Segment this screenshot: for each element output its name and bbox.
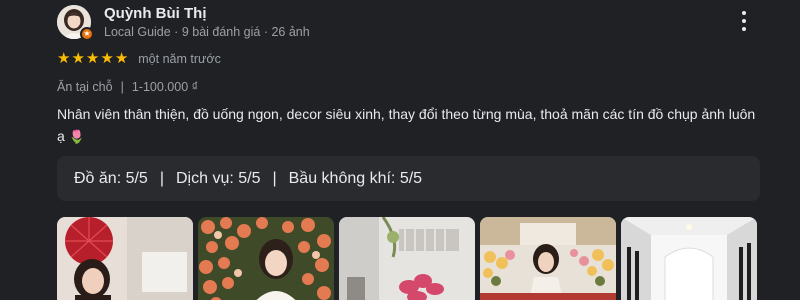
dot-icon — [742, 11, 746, 15]
review-photo[interactable] — [480, 217, 616, 300]
score-divider: | — [159, 169, 164, 187]
dot-icon — [742, 27, 746, 31]
rating-row: ★ ★ ★ ★ ★ một năm trước — [57, 51, 221, 66]
photo-strip — [57, 217, 757, 300]
attribute-divider: | — [120, 80, 124, 94]
review-photo[interactable] — [621, 217, 757, 300]
tulip-emoji: 🌷 — [68, 129, 85, 144]
score-divider: | — [272, 169, 277, 187]
review-card: ★ Quỳnh Bùi Thị Local Guide · 9 bài đánh… — [0, 0, 800, 300]
review-attributes: Ăn tại chỗ | 1-100.000 ₫ — [57, 80, 198, 94]
star-rating: ★ ★ ★ ★ ★ — [57, 51, 128, 66]
review-photo[interactable] — [198, 217, 334, 300]
star-icon: ★ — [57, 50, 71, 67]
review-time: một năm trước — [138, 51, 221, 66]
avatar-container[interactable]: ★ — [57, 5, 94, 41]
review-photo[interactable] — [57, 217, 193, 300]
star-icon: ★ — [100, 50, 114, 67]
author-info: Quỳnh Bùi Thị Local Guide · 9 bài đánh g… — [104, 5, 310, 39]
more-options-button[interactable] — [740, 11, 748, 31]
local-guide-star-icon: ★ — [80, 27, 94, 41]
service-type: Ăn tại chỗ — [57, 80, 113, 94]
author-meta[interactable]: Local Guide · 9 bài đánh giá · 26 ảnh — [104, 25, 310, 39]
star-icon: ★ — [85, 50, 100, 67]
star-icon: ★ — [71, 50, 85, 67]
review-body: Nhân viên thân thiện, đồ uống ngon, deco… — [57, 106, 756, 144]
review-photo[interactable] — [339, 217, 475, 300]
price-range: 1-100.000 ₫ — [131, 80, 199, 94]
author-name[interactable]: Quỳnh Bùi Thị — [104, 5, 310, 22]
review-text: Nhân viên thân thiện, đồ uống ngon, deco… — [57, 103, 757, 148]
atmosphere-score: Bầu không khí: 5/5 — [288, 169, 423, 187]
review-header: ★ Quỳnh Bùi Thị Local Guide · 9 bài đánh… — [57, 5, 310, 41]
score-summary: Đồ ăn: 5/5 | Dịch vụ: 5/5 | Bầu không kh… — [57, 156, 760, 201]
star-icon: ★ — [114, 50, 129, 67]
food-score: Đồ ăn: 5/5 — [74, 169, 148, 187]
dot-icon — [742, 19, 746, 23]
service-score: Dịch vụ: 5/5 — [175, 169, 261, 187]
